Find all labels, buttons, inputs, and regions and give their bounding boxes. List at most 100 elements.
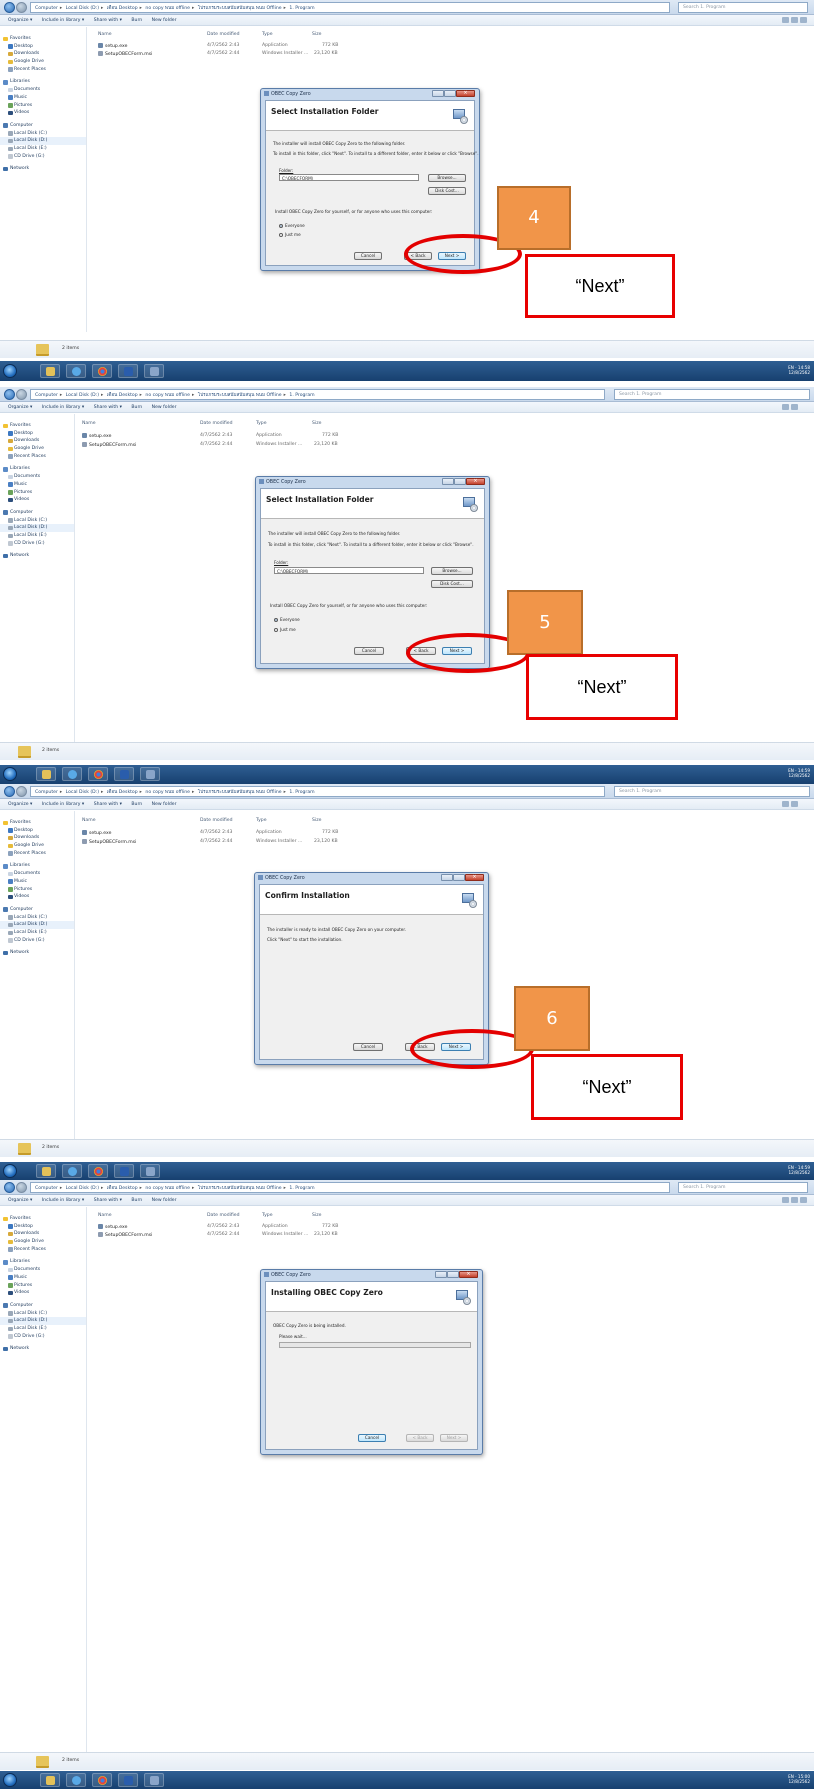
file-row[interactable]: setup.exe <box>82 830 111 836</box>
system-tray[interactable]: EN · 14:59 12/8/2562 <box>788 1165 810 1176</box>
column-date[interactable]: Date modified <box>207 1213 240 1218</box>
new-folder-button[interactable]: New folder <box>152 1198 177 1203</box>
minimize-icon[interactable] <box>441 874 453 881</box>
forward-arrow-icon[interactable] <box>16 1182 27 1193</box>
nav-computer[interactable]: Computer <box>0 1302 86 1310</box>
burn-button[interactable]: Burn <box>131 18 142 23</box>
back-arrow-icon[interactable] <box>4 2 15 13</box>
include-library-menu[interactable]: Include in library ▾ <box>42 405 84 410</box>
nav-local-disk-e[interactable]: Local Disk (E:) <box>0 532 74 540</box>
column-name[interactable]: Name <box>82 421 96 426</box>
nav-downloads[interactable]: Downloads <box>0 834 74 842</box>
nav-computer[interactable]: Computer <box>0 122 86 130</box>
include-library-menu[interactable]: Include in library ▾ <box>42 802 84 807</box>
nav-computer[interactable]: Computer <box>0 509 74 517</box>
search-input[interactable]: Search 1. Program <box>678 1182 808 1193</box>
breadcrumb-item[interactable]: เดือน Desktop <box>107 393 138 398</box>
nav-local-disk-d[interactable]: Local Disk (D:) <box>0 1317 86 1325</box>
new-folder-button[interactable]: New folder <box>152 405 177 410</box>
include-library-menu[interactable]: Include in library ▾ <box>42 18 84 23</box>
breadcrumb-item[interactable]: Local Disk (D:) <box>66 6 99 11</box>
nav-desktop[interactable]: Desktop <box>0 1223 86 1231</box>
column-name[interactable]: Name <box>82 818 96 823</box>
breadcrumb-item[interactable]: no copy พนม offline <box>145 1186 190 1191</box>
breadcrumb-item[interactable]: โปรแกรมระบบสนับสนับสนุน พนม Offline <box>198 790 282 795</box>
search-input[interactable]: Search 1. Program <box>614 786 810 797</box>
start-orb-icon[interactable] <box>3 1164 17 1178</box>
breadcrumb-item[interactable]: โปรแกรมระบบสนับสนับสนุน พนม Offline <box>198 6 282 11</box>
nav-libraries[interactable]: Libraries <box>0 862 74 870</box>
nav-videos[interactable]: Videos <box>0 496 74 504</box>
breadcrumb-item[interactable]: โปรแกรมระบบสนับสนับสนุน พนม Offline <box>198 393 282 398</box>
organize-menu[interactable]: Organize ▾ <box>8 802 32 807</box>
breadcrumb[interactable]: Computer ▸ Local Disk (D:) ▸ เดือน Desktop… <box>30 786 605 797</box>
views-icon[interactable] <box>782 801 789 807</box>
nav-libraries[interactable]: Libraries <box>0 1258 86 1266</box>
maximize-icon[interactable] <box>447 1271 459 1278</box>
taskbar-installer[interactable] <box>140 767 160 781</box>
nav-computer[interactable]: Computer <box>0 906 74 914</box>
nav-recent-places[interactable]: Recent Places <box>0 66 86 74</box>
taskbar-ie[interactable] <box>66 364 86 378</box>
system-tray[interactable]: EN · 14:59 12/8/2562 <box>788 768 810 779</box>
nav-recent-places[interactable]: Recent Places <box>0 850 74 858</box>
view-options[interactable] <box>780 1197 810 1204</box>
nav-pictures[interactable]: Pictures <box>0 489 74 497</box>
nav-local-disk-c[interactable]: Local Disk (C:) <box>0 1310 86 1318</box>
back-arrow-icon[interactable] <box>4 389 15 400</box>
file-row[interactable]: SetupOBECForm.msi <box>82 442 136 448</box>
nav-music[interactable]: Music <box>0 94 86 102</box>
nav-network[interactable]: Network <box>0 552 74 560</box>
taskbar-ie[interactable] <box>66 1773 86 1787</box>
nav-network[interactable]: Network <box>0 165 86 173</box>
taskbar-installer[interactable] <box>144 1773 164 1787</box>
taskbar-explorer[interactable] <box>36 767 56 781</box>
column-name[interactable]: Name <box>98 32 112 37</box>
breadcrumb-item[interactable]: no copy พนม offline <box>145 393 190 398</box>
nav-favorites[interactable]: Favorites <box>0 35 86 43</box>
taskbar-chrome[interactable] <box>88 1164 108 1178</box>
breadcrumb-item[interactable]: Computer <box>35 1186 58 1191</box>
file-row[interactable]: setup.exe <box>98 43 127 49</box>
breadcrumb-item[interactable]: 1. Program <box>289 1186 314 1191</box>
nav-cd-drive[interactable]: CD Drive (G:) <box>0 153 86 161</box>
column-date[interactable]: Date modified <box>207 32 240 37</box>
new-folder-button[interactable]: New folder <box>152 802 177 807</box>
nav-local-disk-c[interactable]: Local Disk (C:) <box>0 517 74 525</box>
breadcrumb-item[interactable]: 1. Program <box>289 393 314 398</box>
nav-local-disk-c[interactable]: Local Disk (C:) <box>0 130 86 138</box>
preview-pane-icon[interactable] <box>791 17 798 23</box>
nav-local-disk-d[interactable]: Local Disk (D:) <box>0 921 74 929</box>
organize-menu[interactable]: Organize ▾ <box>8 405 32 410</box>
breadcrumb-item[interactable]: 1. Program <box>289 790 314 795</box>
column-type[interactable]: Type <box>256 421 267 426</box>
preview-pane-icon[interactable] <box>791 404 798 410</box>
nav-downloads[interactable]: Downloads <box>0 50 86 58</box>
search-input[interactable]: Search 1. Program <box>614 389 810 400</box>
nav-pictures[interactable]: Pictures <box>0 102 86 110</box>
nav-cd-drive[interactable]: CD Drive (G:) <box>0 937 74 945</box>
taskbar-installer[interactable] <box>144 364 164 378</box>
breadcrumb-item[interactable]: Computer <box>35 6 58 11</box>
column-date[interactable]: Date modified <box>200 818 233 823</box>
everyone-radio[interactable]: Everyone <box>274 617 300 622</box>
share-with-menu[interactable]: Share with ▾ <box>94 802 122 807</box>
column-type[interactable]: Type <box>262 1213 273 1218</box>
breadcrumb-item[interactable]: เดือน Desktop <box>107 1186 138 1191</box>
nav-google-drive[interactable]: Google Drive <box>0 1238 86 1246</box>
nav-desktop[interactable]: Desktop <box>0 430 74 438</box>
share-with-menu[interactable]: Share with ▾ <box>94 1198 122 1203</box>
disk-cost-button[interactable]: Disk Cost... <box>431 580 473 588</box>
back-arrow-icon[interactable] <box>4 786 15 797</box>
taskbar-chrome[interactable] <box>88 767 108 781</box>
breadcrumb-item[interactable]: 1. Program <box>289 6 314 11</box>
taskbar-explorer[interactable] <box>40 1773 60 1787</box>
breadcrumb-item[interactable]: เดือน Desktop <box>107 6 138 11</box>
file-row[interactable]: SetupOBECForm.msi <box>98 1232 152 1238</box>
column-type[interactable]: Type <box>256 818 267 823</box>
nav-cd-drive[interactable]: CD Drive (G:) <box>0 540 74 548</box>
breadcrumb[interactable]: Computer ▸ Local Disk (D:) ▸ เดือน Desktop… <box>30 389 605 400</box>
share-with-menu[interactable]: Share with ▾ <box>94 18 122 23</box>
nav-libraries[interactable]: Libraries <box>0 78 86 86</box>
view-options[interactable] <box>780 801 810 808</box>
